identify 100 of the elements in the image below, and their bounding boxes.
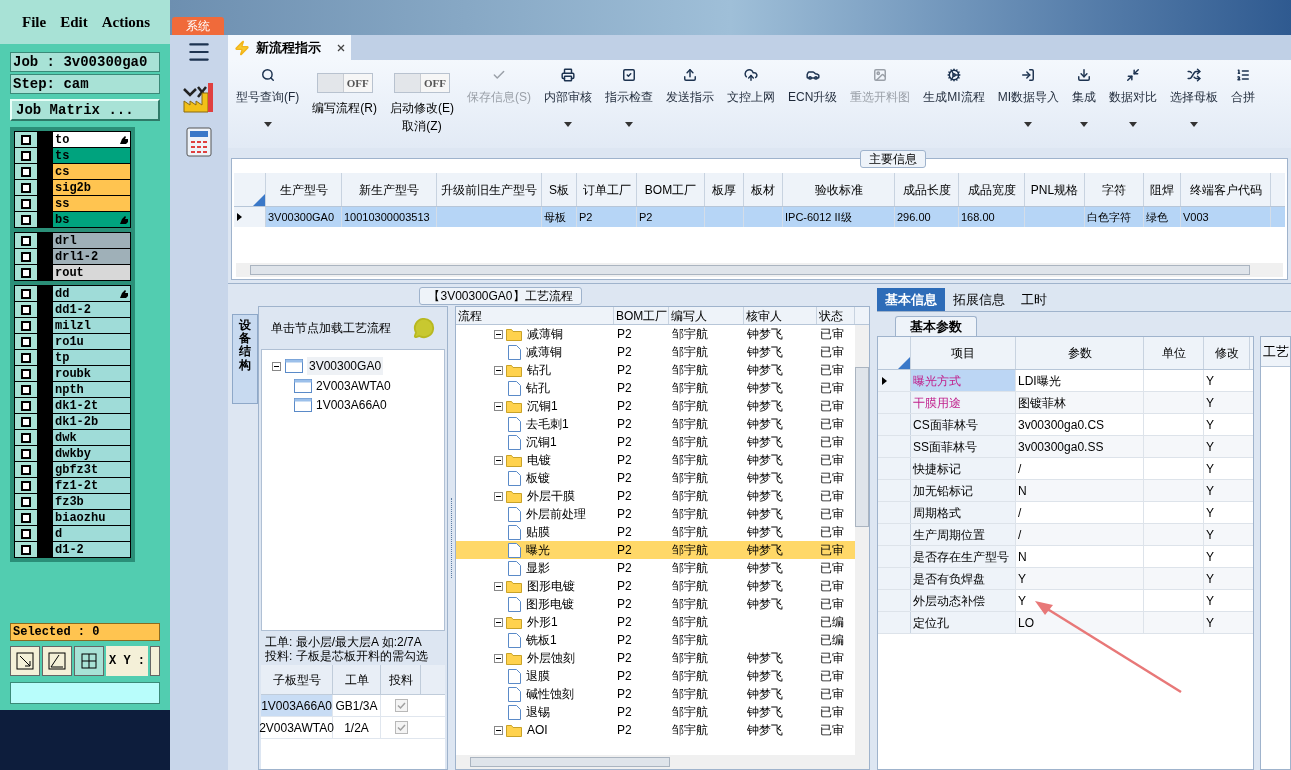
layer-checkbox[interactable] bbox=[21, 214, 31, 225]
table-row[interactable]: 是否有负焊盘 Y Y bbox=[878, 568, 1253, 590]
table-row[interactable]: 干膜用途 图镀菲林 Y bbox=[878, 392, 1253, 414]
layer-name[interactable]: dwk bbox=[53, 430, 130, 445]
toggle-switch[interactable]: OFF bbox=[316, 73, 373, 93]
layer-checkbox[interactable] bbox=[21, 480, 31, 491]
tree-node[interactable]: 1V003A66A0 bbox=[316, 395, 387, 414]
layer-checkbox[interactable] bbox=[21, 150, 31, 161]
collapse-icon[interactable] bbox=[494, 455, 503, 465]
column-header[interactable]: 生产型号 bbox=[266, 173, 342, 206]
menu-item[interactable]: Edit bbox=[60, 10, 88, 34]
column-header[interactable]: 成品长度 bbox=[895, 173, 959, 206]
layer-name[interactable]: dk1-2b bbox=[53, 414, 130, 429]
layer-checkbox[interactable] bbox=[21, 464, 31, 475]
layer-name[interactable]: rout bbox=[53, 265, 130, 280]
grid-icon[interactable] bbox=[74, 646, 104, 676]
column-header[interactable]: 参数 bbox=[1016, 337, 1144, 369]
column-header[interactable]: 流程 bbox=[456, 307, 614, 324]
sub-tab[interactable]: 基本参数 bbox=[895, 316, 977, 336]
layer-name[interactable]: fz3b bbox=[53, 494, 130, 509]
row-header[interactable] bbox=[878, 370, 911, 391]
column-header[interactable]: 状态 bbox=[817, 307, 855, 324]
column-header[interactable]: 验收标准 bbox=[783, 173, 895, 206]
layer-checkbox[interactable] bbox=[21, 384, 31, 395]
layer-name[interactable]: tp bbox=[53, 350, 130, 365]
layer-name[interactable]: to bbox=[53, 132, 130, 147]
column-header[interactable]: 阻焊 bbox=[1144, 173, 1181, 206]
column-header[interactable]: BOM工厂 bbox=[614, 307, 669, 324]
layer-checkbox[interactable] bbox=[21, 288, 31, 299]
tab[interactable]: 工时 bbox=[1013, 288, 1055, 311]
layer-name[interactable]: cs bbox=[53, 164, 130, 179]
collapse-icon[interactable] bbox=[272, 361, 281, 371]
layer-checkbox[interactable] bbox=[21, 432, 31, 443]
layer-name[interactable]: roubk bbox=[53, 366, 130, 381]
collapse-icon[interactable] bbox=[494, 653, 503, 663]
toolbar-button[interactable]: 集成 bbox=[1066, 60, 1103, 140]
layer-name[interactable]: biaozhu bbox=[53, 510, 130, 525]
column-header[interactable]: 修改 bbox=[1204, 337, 1250, 369]
column-header[interactable]: 订单工厂 bbox=[577, 173, 637, 206]
toolbar-button[interactable]: MI数据导入 bbox=[991, 60, 1066, 140]
toolbar-button[interactable]: 选择母板 bbox=[1164, 60, 1225, 140]
layer-checkbox[interactable] bbox=[21, 251, 31, 262]
flow-row[interactable]: 曝光 P2 邹宇航 钟梦飞 已审 bbox=[456, 541, 855, 559]
layer-name[interactable]: ss bbox=[53, 196, 130, 211]
horizontal-scrollbar[interactable] bbox=[236, 263, 1283, 277]
row-header[interactable] bbox=[234, 207, 266, 227]
layer-checkbox[interactable] bbox=[21, 198, 31, 209]
column-header[interactable]: 工单 bbox=[333, 665, 381, 694]
column-header[interactable]: 板材 bbox=[744, 173, 783, 206]
calculator-icon[interactable] bbox=[186, 127, 212, 157]
collapse-icon[interactable] bbox=[494, 491, 503, 501]
vertical-scrollbar[interactable] bbox=[855, 325, 869, 755]
column-header[interactable]: 单位 bbox=[1144, 337, 1204, 369]
layer-name[interactable]: ts bbox=[53, 148, 130, 163]
layer-checkbox[interactable] bbox=[21, 267, 31, 278]
column-header[interactable]: 终端客户代码 bbox=[1181, 173, 1271, 206]
layer-name[interactable]: npth bbox=[53, 382, 130, 397]
layer-name[interactable]: gbfz3t bbox=[53, 462, 130, 477]
coordinates-field[interactable] bbox=[150, 646, 160, 676]
layer-name[interactable]: drl1-2 bbox=[53, 249, 130, 264]
layer-name[interactable]: d bbox=[53, 526, 130, 541]
toggle-switch[interactable]: OFF bbox=[394, 73, 450, 93]
tree-node[interactable]: 2V003AWTA0 bbox=[316, 376, 391, 395]
layer-name[interactable]: sig2b bbox=[53, 180, 130, 195]
layer-name[interactable]: bs bbox=[53, 212, 130, 227]
layer-checkbox[interactable] bbox=[21, 352, 31, 363]
table-row[interactable]: 周期格式 / Y bbox=[878, 502, 1253, 524]
toolbar-button[interactable]: 型号查询(F) bbox=[230, 60, 306, 140]
menu-item[interactable]: Actions bbox=[101, 10, 150, 34]
column-header[interactable]: 投料 bbox=[381, 665, 421, 694]
column-header[interactable]: 板厚 bbox=[705, 173, 744, 206]
layer-checkbox[interactable] bbox=[21, 496, 31, 507]
layer-name[interactable]: fz1-2t bbox=[53, 478, 130, 493]
side-tab[interactable]: 设备结构 bbox=[232, 314, 258, 404]
table-row[interactable]: SS面菲林号 3v00300ga0.SS Y bbox=[878, 436, 1253, 458]
layer-checkbox[interactable] bbox=[21, 320, 31, 331]
tab[interactable]: 拓展信息 bbox=[945, 288, 1013, 311]
column-header[interactable]: 项目 bbox=[911, 337, 1016, 369]
collapse-icon[interactable] bbox=[494, 581, 503, 591]
column-header[interactable]: 成品宽度 bbox=[959, 173, 1025, 206]
toolbar-button[interactable]: 指示检查 bbox=[599, 60, 659, 140]
document-tab[interactable]: 新流程指示 bbox=[228, 35, 351, 60]
layer-name[interactable]: d1-2 bbox=[53, 542, 130, 557]
layer-checkbox[interactable] bbox=[21, 528, 31, 539]
table-row[interactable]: CS面菲林号 3v00300ga0.CS Y bbox=[878, 414, 1253, 436]
layer-checkbox[interactable] bbox=[21, 544, 31, 555]
layer-name[interactable]: ro1u bbox=[53, 334, 130, 349]
layer-checkbox[interactable] bbox=[21, 166, 31, 177]
resize-icon[interactable] bbox=[10, 646, 40, 676]
collapse-icon[interactable] bbox=[494, 401, 503, 411]
tab[interactable]: 基本信息 bbox=[877, 288, 945, 311]
layer-checkbox[interactable] bbox=[21, 134, 31, 145]
column-header[interactable]: 编写人 bbox=[669, 307, 744, 324]
table-row[interactable]: 是否存在生产型号 N Y bbox=[878, 546, 1253, 568]
layer-name[interactable]: dd bbox=[53, 286, 130, 301]
job-matrix-button[interactable]: Job Matrix ... bbox=[10, 99, 160, 121]
collapse-icon[interactable] bbox=[494, 725, 503, 735]
column-header[interactable]: 核审人 bbox=[744, 307, 817, 324]
table-row[interactable]: 3V00300GA0 10010300003513 母板 P2 P2 IPC-6012 II级 296.00 168.00 白色字符 绿色 V003 bbox=[234, 207, 1285, 227]
checkbox[interactable] bbox=[394, 721, 408, 734]
